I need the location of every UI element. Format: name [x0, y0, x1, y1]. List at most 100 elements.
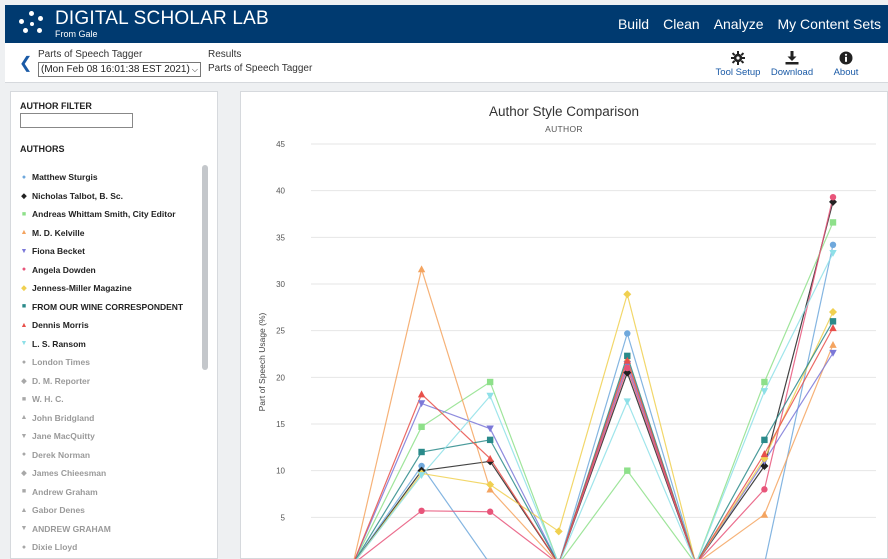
- y-tick-label: 5: [281, 513, 286, 522]
- results-label: Results: [208, 49, 242, 60]
- y-tick-label: 10: [276, 467, 285, 476]
- data-point: [761, 486, 768, 493]
- author-name: Matthew Sturgis: [32, 172, 98, 183]
- triangle-up-marker-icon: ▲: [20, 414, 28, 422]
- logo[interactable]: DIGITAL SCHOLAR LAB From Gale: [55, 9, 269, 39]
- author-item[interactable]: ● Matthew Sturgis: [20, 168, 210, 187]
- data-point: [761, 436, 768, 444]
- tool-setup-button[interactable]: Tool Setup: [714, 49, 762, 78]
- author-item[interactable]: ■ Andrew Graham: [20, 483, 210, 502]
- author-item[interactable]: ▲ Dennis Morris: [20, 316, 210, 335]
- author-list-scrollbar[interactable]: [202, 165, 208, 370]
- square-marker-icon: ■: [21, 210, 27, 218]
- download-icon: [770, 49, 814, 67]
- data-point: [623, 290, 632, 299]
- data-point: [623, 398, 631, 406]
- square-marker-icon: ■: [21, 488, 27, 496]
- triangle-down-marker-icon: ▼: [20, 340, 28, 348]
- chart-panel: Author Style Comparison AUTHOR 5 10 15 20 25…: [240, 91, 888, 559]
- about-button[interactable]: About: [828, 49, 864, 78]
- author-item[interactable]: ◆ James Chieesman: [20, 464, 210, 483]
- nav-clean[interactable]: Clean: [656, 16, 707, 32]
- logo-subtitle: From Gale: [55, 29, 98, 39]
- data-point: [829, 241, 837, 248]
- author-name: Fiona Becket: [32, 246, 85, 257]
- author-item[interactable]: ● Dixie Lloyd: [20, 538, 210, 557]
- author-item[interactable]: ■ W. H. C.: [20, 390, 210, 409]
- authors-heading: AUTHORS: [20, 144, 65, 154]
- author-item[interactable]: ◆ Nicholas Talbot, B. Sc.: [20, 187, 210, 206]
- author-name: Jane MacQuitty: [32, 431, 95, 442]
- data-point: [829, 318, 837, 325]
- author-item[interactable]: ▲ John Bridgland: [20, 409, 210, 428]
- author-item[interactable]: ▼ Jane MacQuitty: [20, 427, 210, 446]
- author-item[interactable]: ■ FROM OUR WINE CORRESPONDENT: [20, 298, 210, 317]
- data-point: [829, 340, 837, 348]
- diamond-marker-icon: ◆: [21, 377, 27, 385]
- y-tick-label: 15: [276, 420, 285, 429]
- y-tick-label: 40: [276, 187, 285, 196]
- circle-marker-icon: ●: [21, 266, 27, 274]
- data-point: [624, 330, 631, 337]
- author-item[interactable]: ◆ Jenness-Miller Magazine: [20, 279, 210, 298]
- nav-build[interactable]: Build: [611, 16, 656, 32]
- data-point: [624, 364, 631, 372]
- data-point: [761, 378, 768, 386]
- y-tick-label: 35: [276, 233, 285, 242]
- back-chevron-icon[interactable]: ❮: [19, 53, 32, 73]
- author-name: Andreas Whittam Smith, City Editor: [32, 209, 176, 220]
- author-name: London Times: [32, 357, 90, 368]
- data-point: [418, 423, 425, 430]
- author-item[interactable]: ▼ L. S. Ransom: [20, 335, 210, 354]
- data-point: [486, 508, 494, 515]
- nav-analyze[interactable]: Analyze: [707, 16, 771, 32]
- author-item[interactable]: ■ Andreas Whittam Smith, City Editor: [20, 205, 210, 224]
- data-point: [624, 467, 631, 474]
- data-point: [418, 507, 425, 514]
- author-name: Andrew Graham: [32, 486, 98, 497]
- triangle-down-marker-icon: ▼: [20, 525, 28, 533]
- triangle-up-marker-icon: ▲: [20, 321, 28, 329]
- author-item[interactable]: ▲ M. D. Kelville: [20, 224, 210, 243]
- main-nav: Build Clean Analyze My Content Sets: [611, 16, 888, 32]
- square-marker-icon: ■: [21, 303, 27, 311]
- author-item[interactable]: ● London Times: [20, 353, 210, 372]
- logo-title: DIGITAL SCHOLAR LAB: [55, 8, 269, 29]
- author-name: Jenness-Miller Magazine: [32, 283, 132, 294]
- y-tick-label: 45: [276, 140, 285, 149]
- author-item[interactable]: ▲ Gabor Denes: [20, 501, 210, 520]
- author-name: Dennis Morris: [32, 320, 89, 331]
- author-name: Derek Norman: [32, 449, 91, 460]
- y-tick-label: 20: [276, 373, 285, 382]
- author-name: Angela Dowden: [32, 264, 96, 275]
- author-item[interactable]: ● Derek Norman: [20, 446, 210, 465]
- data-point: [829, 194, 837, 201]
- author-sidebar: AUTHOR FILTER AUTHORS ● Matthew Sturgis ◆ N…: [10, 91, 218, 559]
- author-name: Nicholas Talbot, B. Sc.: [32, 190, 123, 201]
- author-filter-input[interactable]: [20, 113, 133, 128]
- data-point: [760, 388, 769, 396]
- series-line: [355, 201, 834, 559]
- data-point: [554, 527, 563, 536]
- circle-marker-icon: ●: [21, 451, 27, 459]
- circle-marker-icon: ●: [21, 358, 27, 366]
- series-line: [355, 321, 834, 559]
- data-point: [417, 265, 426, 273]
- logo-icon: [19, 11, 45, 37]
- author-name: FROM OUR WINE CORRESPONDENT: [32, 301, 184, 312]
- triangle-up-marker-icon: ▲: [20, 229, 28, 237]
- line-chart: 5 10 15 20 25 30 35 40 45 Part of Speech Usage (%…: [257, 140, 876, 559]
- download-button[interactable]: Download: [770, 49, 814, 78]
- tool-name-label: Parts of Speech Tagger: [38, 49, 143, 60]
- data-point: [418, 448, 425, 456]
- author-item[interactable]: ◆ D. M. Reporter: [20, 372, 210, 391]
- run-select[interactable]: (Mon Feb 08 16:01:38 EST 2021) ⌵: [38, 62, 201, 77]
- nav-my-content-sets[interactable]: My Content Sets: [771, 16, 888, 32]
- circle-marker-icon: ●: [21, 543, 27, 551]
- author-item[interactable]: ▼ Fiona Becket: [20, 242, 210, 261]
- series-line: [356, 252, 834, 559]
- data-point: [486, 378, 494, 386]
- author-item[interactable]: ▼ ANDREW GRAHAM: [20, 520, 210, 539]
- author-name: John Bridgland: [32, 412, 95, 423]
- author-item[interactable]: ● Angela Dowden: [20, 261, 210, 280]
